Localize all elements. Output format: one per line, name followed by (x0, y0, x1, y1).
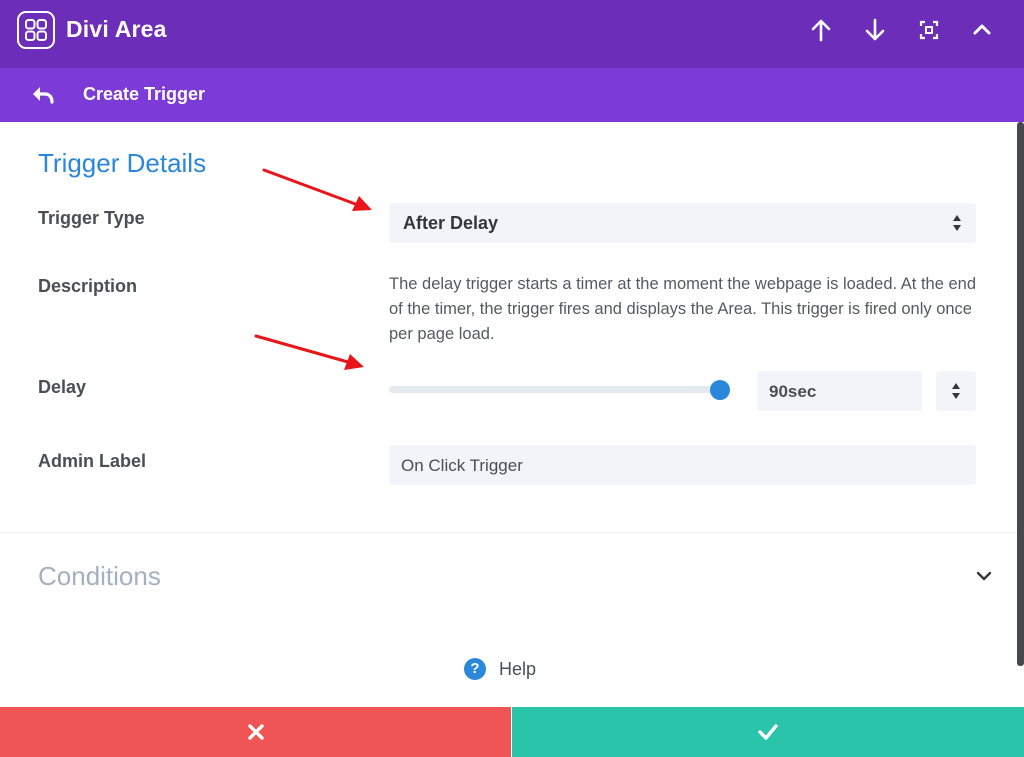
save-button[interactable] (512, 707, 1024, 757)
collapse-icon[interactable] (969, 17, 995, 43)
close-icon (247, 724, 264, 740)
scrollbar[interactable] (1017, 122, 1024, 666)
check-icon (758, 724, 778, 740)
description-label: Description (38, 276, 138, 296)
select-arrows-icon (953, 215, 961, 231)
delay-unit-select[interactable] (936, 371, 976, 411)
chevron-down-icon[interactable] (974, 566, 994, 586)
trigger-type-label: Trigger Type (38, 208, 145, 228)
grid-logo-icon (17, 11, 55, 49)
arrow-up-icon[interactable] (808, 17, 834, 43)
app-title: Divi Area (66, 16, 167, 42)
help-label: Help (499, 659, 537, 679)
description-text: The delay trigger starts a timer at the … (389, 275, 976, 343)
focus-icon[interactable] (916, 17, 942, 43)
page-title: Create Trigger (83, 84, 206, 104)
undo-back-icon[interactable] (30, 82, 56, 108)
question-icon: ? (464, 658, 486, 680)
admin-label-input[interactable]: On Click Trigger (389, 445, 976, 485)
sub-header: Create Trigger (0, 68, 1024, 122)
trigger-type-value: After Delay (403, 213, 499, 233)
select-arrows-icon (952, 383, 960, 399)
trigger-type-select[interactable]: After Delay (389, 203, 976, 243)
cancel-button[interactable] (0, 707, 511, 757)
divider (0, 532, 1017, 533)
delay-slider-handle[interactable] (710, 380, 730, 400)
delay-slider-track[interactable] (389, 386, 720, 393)
arrow-down-icon[interactable] (862, 17, 888, 43)
conditions-section-toggle[interactable]: Conditions (38, 561, 161, 592)
admin-label-label: Admin Label (38, 451, 147, 471)
top-bar: Divi Area (0, 0, 1024, 68)
section-title-trigger-details: Trigger Details (38, 148, 207, 178)
delay-label: Delay (38, 377, 87, 397)
delay-value-input[interactable]: 90sec (757, 371, 922, 411)
